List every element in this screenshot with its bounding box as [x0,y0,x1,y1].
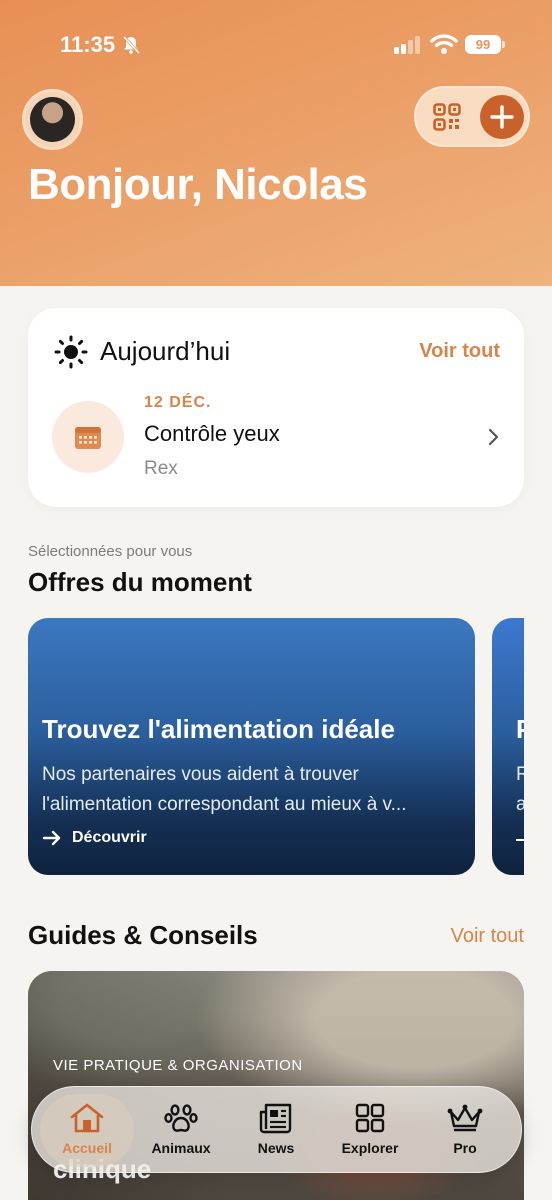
greeting-title: Bonjour, Nicolas [28,160,368,209]
arrow-right-icon [42,830,61,846]
tab-accueil[interactable]: Accueil [40,1094,134,1167]
guides-see-all-link[interactable]: Voir tout [451,925,524,948]
tab-pro[interactable]: Pro [418,1094,512,1167]
signal-icon [394,36,420,54]
qr-code-button[interactable] [426,96,468,138]
status-time: 11:35 [60,32,116,57]
event-title: Contrôle yeux [144,421,280,446]
status-bar: 11:35 99 [0,0,552,90]
crown-icon [447,1104,483,1132]
chevron-right-icon [488,428,499,446]
tab-label: News [257,1140,295,1156]
tab-label: Animaux [151,1140,211,1156]
tab-label: Accueil [62,1140,112,1156]
bell-off-icon [122,35,141,55]
tab-label: Pro [453,1140,477,1156]
tab-explorer[interactable]: Explorer [323,1094,417,1167]
guides-title: Guides & Conseils [28,920,258,950]
add-button[interactable] [480,95,524,139]
tab-label: Explorer [341,1140,399,1156]
event-icon-circle [52,401,124,473]
offer-discover-link[interactable]: Découvrir [42,829,147,847]
offers-subtitle: Sélectionnées pour vous [28,543,193,560]
home-icon [70,1103,104,1133]
offers-title: Offres du moment [28,567,252,597]
battery-indicator: 99 [465,35,505,54]
offer-card[interactable]: Trouvez l'alimentation idéale Nos parten… [28,618,475,875]
today-see-all-link[interactable]: Voir tout [419,340,500,363]
sun-icon [54,335,88,369]
avatar-photo [30,97,75,142]
offer-description-line: Nos partenaires vous aident à trouver [42,764,359,785]
wifi-icon [430,34,458,54]
newspaper-icon [259,1103,292,1134]
carousel-edge [524,618,552,875]
event-pet-name: Rex [144,458,178,479]
offer-cta-label: Découvrir [72,829,147,846]
header-actions [414,86,530,147]
today-card: Aujourd’hui Voir tout 12 DÉC. Contrôle y… [28,308,524,507]
calendar-icon [75,427,101,449]
offer-description-line: l'alimentation correspondant au mieux à … [42,794,407,815]
plus-icon [490,105,514,129]
offer-description: Nos partenaires vous aident à trouver l'… [42,760,462,820]
tab-bar: Accueil Animaux News Explorer Pro [31,1086,522,1173]
guide-category: VIE PRATIQUE & ORGANISATION [53,1057,303,1074]
today-title: Aujourd’hui [100,336,231,366]
avatar[interactable] [22,89,83,150]
event-date: 12 DÉC. [144,394,212,411]
offer-title: Trouvez l'alimentation idéale [42,714,395,744]
header: 11:35 99 Bonjour, Nicolas [0,0,552,286]
tab-news[interactable]: News [229,1094,323,1167]
qr-code-icon [433,103,461,131]
tab-animaux[interactable]: Animaux [134,1094,228,1167]
grid-icon [355,1103,385,1133]
paw-icon [164,1104,198,1132]
